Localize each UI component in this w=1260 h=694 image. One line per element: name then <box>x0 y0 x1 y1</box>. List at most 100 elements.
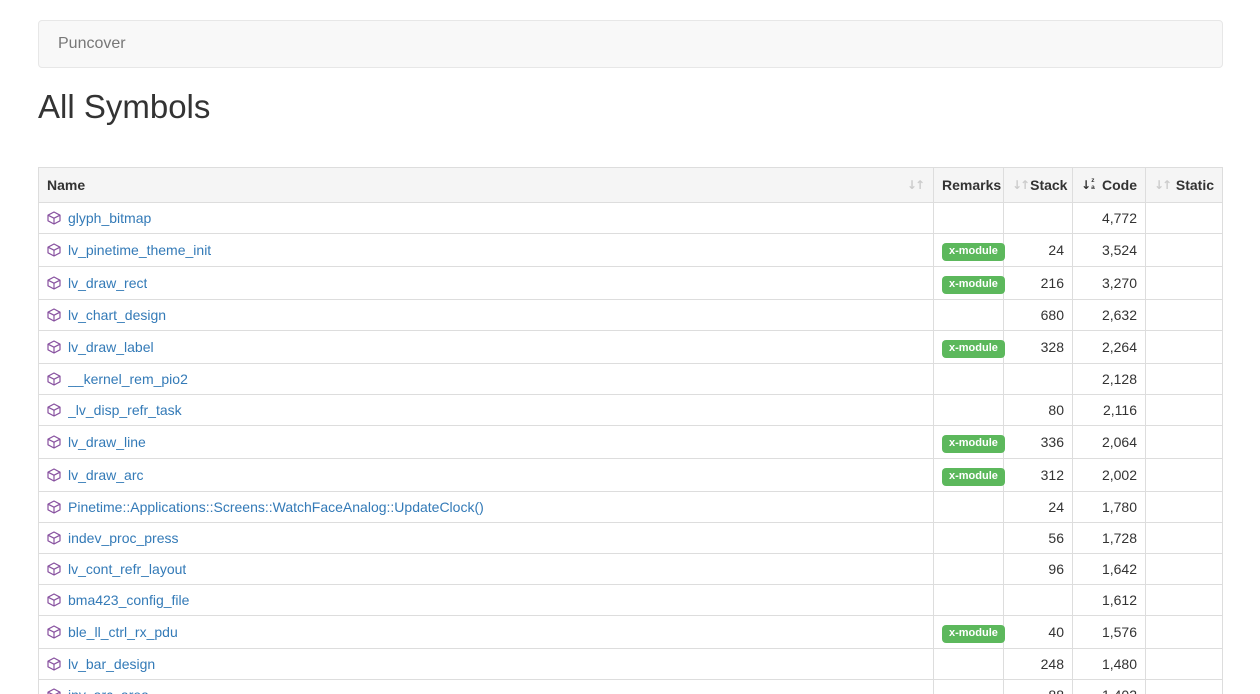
code-cell: 1,612 <box>1073 585 1146 616</box>
symbol-link[interactable]: lv_draw_line <box>68 432 146 452</box>
static-cell <box>1146 616 1223 649</box>
stack-cell: 88 <box>1004 680 1073 694</box>
name-cell: glyph_bitmap <box>39 203 934 234</box>
symbol-link[interactable]: lv_draw_label <box>68 337 154 357</box>
remarks-cell: x-module <box>934 267 1004 300</box>
navbar-brand[interactable]: Puncover <box>39 21 145 67</box>
remark-badge: x-module <box>942 625 1005 643</box>
name-cell: lv_draw_line <box>39 426 934 459</box>
code-cell: 3,270 <box>1073 267 1146 300</box>
name-cell: inv_arc_area <box>39 680 934 694</box>
page-title: All Symbols <box>38 89 1223 125</box>
static-cell <box>1146 523 1223 554</box>
stack-cell <box>1004 364 1073 395</box>
table-row: lv_draw_rect x-module 216 3,270 <box>39 267 1223 300</box>
table-row: lv_pinetime_theme_init x-module 24 3,524 <box>39 234 1223 267</box>
stack-cell: 40 <box>1004 616 1073 649</box>
name-cell: indev_proc_press <box>39 523 934 554</box>
symbol-link[interactable]: bma423_config_file <box>68 590 189 610</box>
stack-cell: 96 <box>1004 554 1073 585</box>
symbol-link[interactable]: lv_draw_rect <box>68 273 147 293</box>
remarks-cell <box>934 364 1004 395</box>
name-cell: lv_chart_design <box>39 300 934 331</box>
stack-cell: 680 <box>1004 300 1073 331</box>
static-cell <box>1146 426 1223 459</box>
column-header-code[interactable]: ↓za Code <box>1073 168 1146 203</box>
symbol-link[interactable]: __kernel_rem_pio2 <box>68 369 188 389</box>
cube-icon <box>47 403 61 417</box>
static-cell <box>1146 649 1223 680</box>
remarks-cell: x-module <box>934 331 1004 364</box>
table-row: _lv_disp_refr_task 80 2,116 <box>39 395 1223 426</box>
sort-icon[interactable]: ↓↑ <box>1012 179 1030 191</box>
symbols-table: Name ↓↑ Remarks ↓↑ Stack ↓za <box>38 167 1223 694</box>
stack-cell: 312 <box>1004 459 1073 492</box>
symbol-link[interactable]: _lv_disp_refr_task <box>68 400 182 420</box>
remarks-cell: x-module <box>934 616 1004 649</box>
remarks-cell <box>934 649 1004 680</box>
static-cell <box>1146 459 1223 492</box>
static-cell <box>1146 331 1223 364</box>
remark-badge: x-module <box>942 435 1005 453</box>
static-cell <box>1146 492 1223 523</box>
symbol-link[interactable]: lv_draw_arc <box>68 465 143 485</box>
name-cell: ble_ll_ctrl_rx_pdu <box>39 616 934 649</box>
table-row: lv_draw_line x-module 336 2,064 <box>39 426 1223 459</box>
symbols-table-body: glyph_bitmap 4,772 lv_pinetime_theme_ini… <box>39 203 1223 694</box>
name-cell: lv_cont_refr_layout <box>39 554 934 585</box>
symbol-link[interactable]: lv_chart_design <box>68 305 166 325</box>
symbol-link[interactable]: Pinetime::Applications::Screens::WatchFa… <box>68 497 484 517</box>
symbol-link[interactable]: lv_bar_design <box>68 654 155 674</box>
name-cell: Pinetime::Applications::Screens::WatchFa… <box>39 492 934 523</box>
static-cell <box>1146 267 1223 300</box>
sort-icon[interactable]: ↓↑ <box>1154 179 1172 191</box>
static-cell <box>1146 554 1223 585</box>
symbol-link[interactable]: lv_cont_refr_layout <box>68 559 186 579</box>
cube-icon <box>47 340 61 354</box>
symbol-link[interactable]: glyph_bitmap <box>68 208 151 228</box>
remarks-cell <box>934 585 1004 616</box>
page-container: Puncover All Symbols Name ↓↑ Remarks <box>38 20 1223 694</box>
column-header-remarks-label: Remarks <box>942 177 1001 193</box>
table-row: lv_draw_arc x-module 312 2,002 <box>39 459 1223 492</box>
symbol-link[interactable]: inv_arc_area <box>68 685 149 694</box>
table-row: glyph_bitmap 4,772 <box>39 203 1223 234</box>
column-header-static[interactable]: ↓↑ Static <box>1146 168 1223 203</box>
code-cell: 2,264 <box>1073 331 1146 364</box>
cube-icon <box>47 243 61 257</box>
column-header-stack[interactable]: ↓↑ Stack <box>1004 168 1073 203</box>
name-cell: lv_draw_rect <box>39 267 934 300</box>
static-cell <box>1146 395 1223 426</box>
name-cell: lv_draw_label <box>39 331 934 364</box>
static-cell <box>1146 364 1223 395</box>
cube-icon <box>47 625 61 639</box>
cube-icon <box>47 211 61 225</box>
table-row: bma423_config_file 1,612 <box>39 585 1223 616</box>
cube-icon <box>47 593 61 607</box>
column-header-name[interactable]: Name ↓↑ <box>39 168 934 203</box>
table-row: ble_ll_ctrl_rx_pdu x-module 40 1,576 <box>39 616 1223 649</box>
symbol-link[interactable]: ble_ll_ctrl_rx_pdu <box>68 622 178 642</box>
cube-icon <box>47 531 61 545</box>
table-row: inv_arc_area 88 1,402 <box>39 680 1223 694</box>
table-row: lv_cont_refr_layout 96 1,642 <box>39 554 1223 585</box>
code-cell: 1,728 <box>1073 523 1146 554</box>
remarks-cell <box>934 492 1004 523</box>
sort-desc-icon[interactable]: ↓za <box>1081 178 1095 192</box>
code-cell: 2,632 <box>1073 300 1146 331</box>
symbol-link[interactable]: lv_pinetime_theme_init <box>68 240 211 260</box>
code-cell: 2,116 <box>1073 395 1146 426</box>
stack-cell: 24 <box>1004 492 1073 523</box>
stack-cell <box>1004 585 1073 616</box>
name-cell: lv_draw_arc <box>39 459 934 492</box>
code-cell: 2,002 <box>1073 459 1146 492</box>
sort-icon[interactable]: ↓↑ <box>907 179 925 191</box>
table-row: lv_chart_design 680 2,632 <box>39 300 1223 331</box>
table-row: __kernel_rem_pio2 2,128 <box>39 364 1223 395</box>
stack-cell: 216 <box>1004 267 1073 300</box>
cube-icon <box>47 500 61 514</box>
code-cell: 1,642 <box>1073 554 1146 585</box>
symbol-link[interactable]: indev_proc_press <box>68 528 179 548</box>
table-header-row: Name ↓↑ Remarks ↓↑ Stack ↓za <box>39 168 1223 203</box>
stack-cell: 56 <box>1004 523 1073 554</box>
